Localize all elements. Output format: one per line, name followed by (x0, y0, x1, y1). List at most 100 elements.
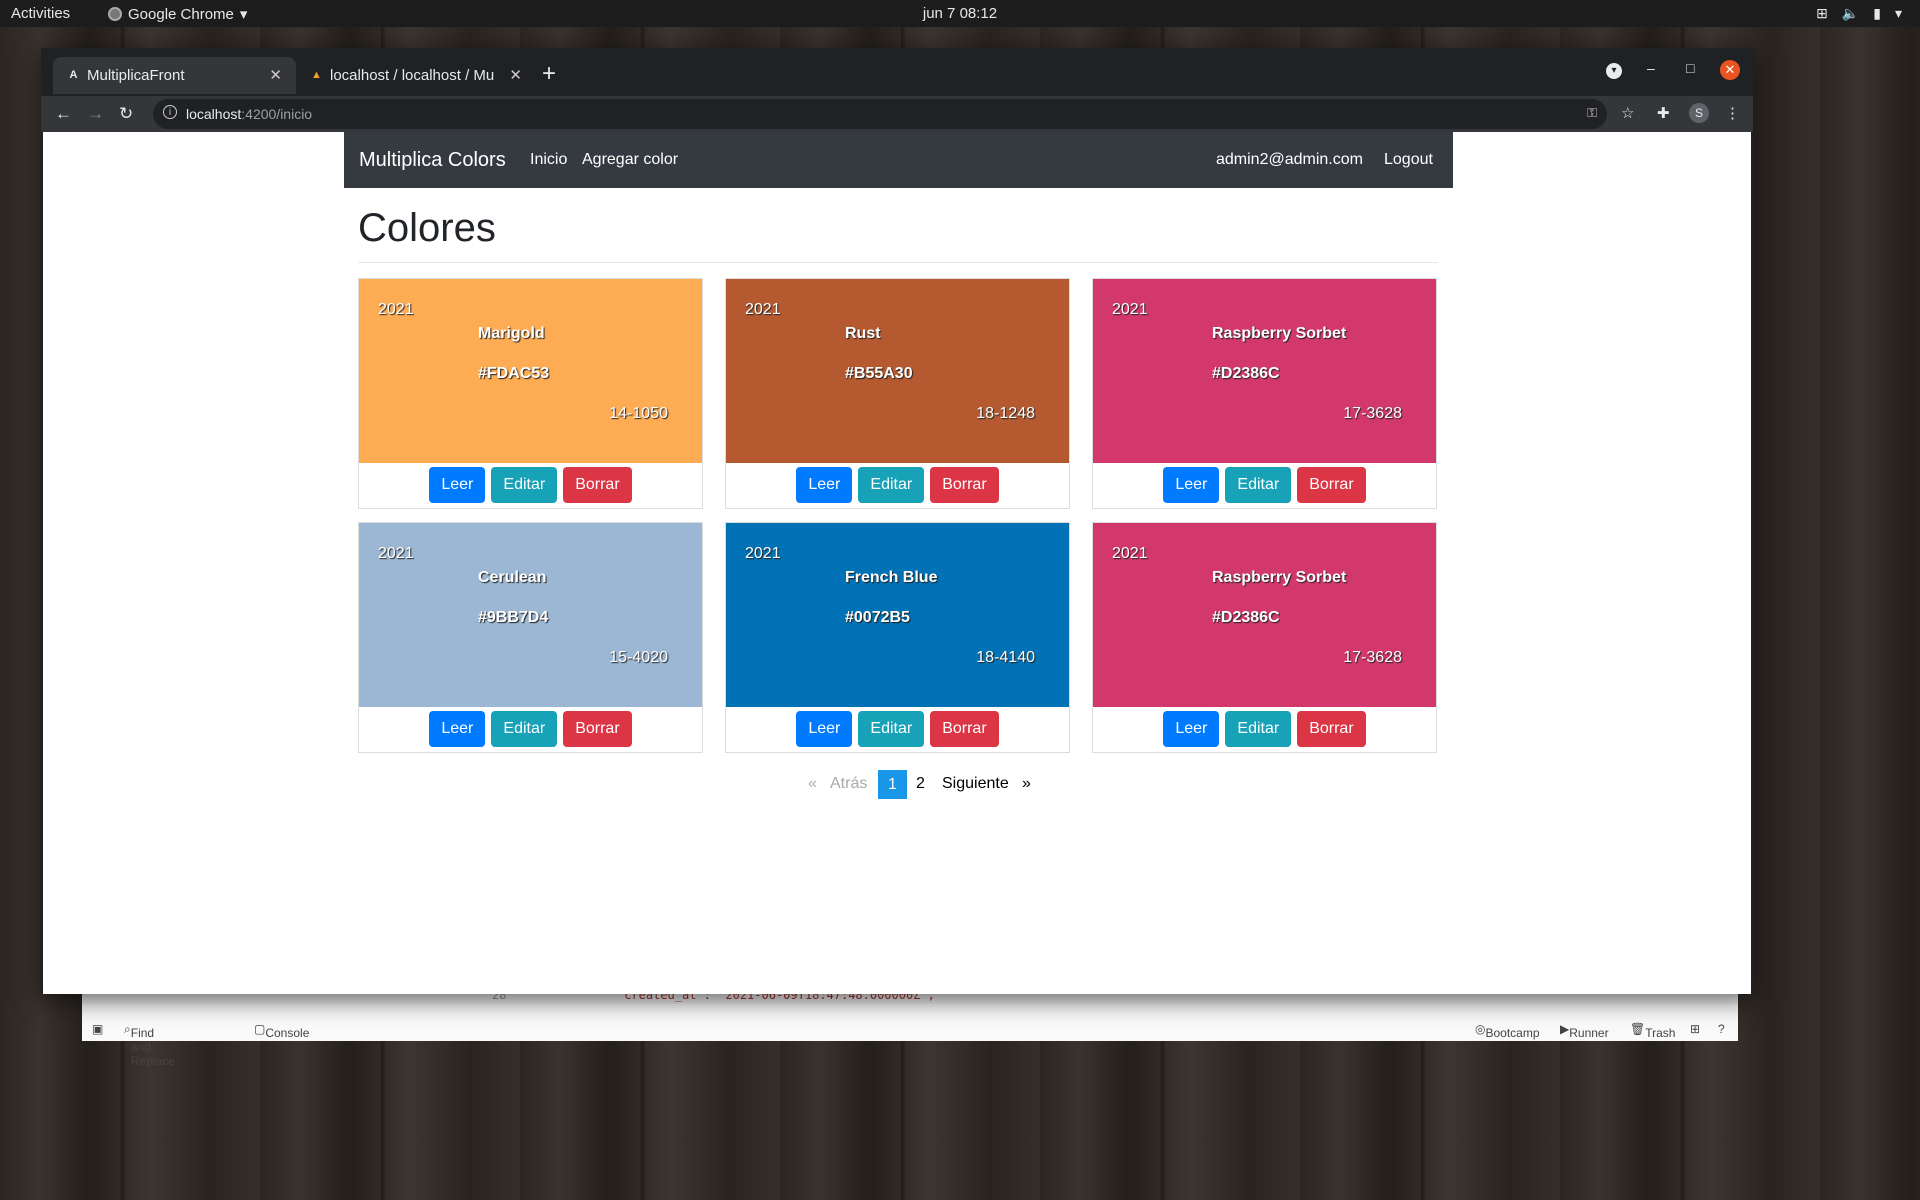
color-card: 2021 Raspberry Sorbet #D2386C 17-3628 Leer Ed… (1092, 522, 1437, 753)
color-swatch: 2021 Rust #B55A30 18-1248 (726, 279, 1069, 463)
console-button[interactable]: ▢ Console (254, 1022, 309, 1040)
back-icon[interactable]: ← (55, 104, 72, 124)
color-name: Marigold (478, 325, 545, 342)
key-icon[interactable]: ⚿ (1587, 105, 1597, 121)
url-path: :4200/inicio (241, 106, 313, 122)
color-hex: #0072B5 (845, 609, 910, 626)
help-icon[interactable]: ? (1718, 1022, 1725, 1036)
runner-button[interactable]: ▶ Runner (1560, 1022, 1609, 1040)
color-name: French Blue (845, 569, 938, 586)
borrar-button[interactable]: Borrar (563, 711, 632, 747)
nav-user-email[interactable]: admin2@admin.com (1216, 151, 1363, 169)
color-card: 2021 Rust #B55A30 18-1248 Leer Editar Borrar (725, 278, 1070, 509)
editar-button[interactable]: Editar (858, 467, 925, 503)
card-actions: Leer Editar Borrar (726, 711, 1069, 747)
color-hex: #B55A30 (845, 365, 913, 382)
color-pantone: 18-1248 (976, 405, 1035, 422)
pagination-page-2[interactable]: 2 (916, 775, 925, 793)
color-year: 2021 (1112, 545, 1148, 562)
nav-agregar-color[interactable]: Agregar color (582, 151, 678, 169)
pagination-page-1[interactable]: 1 (878, 770, 907, 799)
bootcamp-label: Bootcamp (1485, 1026, 1540, 1040)
color-pantone: 14-1050 (609, 405, 668, 422)
editar-button[interactable]: Editar (858, 711, 925, 747)
color-hex: #FDAC53 (478, 365, 550, 382)
clock[interactable]: jun 7 08:12 (0, 5, 1920, 22)
find-replace-button[interactable]: ⌕ Find and Replace (124, 1022, 175, 1068)
tab-strip: A MultiplicaFront ✕ ▲ localhost / localh… (41, 48, 1753, 96)
url-host: localhost (186, 106, 242, 122)
pagination-next[interactable]: Siguiente (942, 775, 1009, 793)
leer-button[interactable]: Leer (796, 467, 853, 503)
leer-button[interactable]: Leer (796, 711, 853, 747)
minimize-button[interactable]: – (1647, 60, 1655, 76)
leer-button[interactable]: Leer (1163, 467, 1220, 503)
card-actions: Leer Editar Borrar (726, 467, 1069, 503)
navbar-brand[interactable]: Multiplica Colors (359, 149, 506, 172)
volume-icon: 🔈 (1841, 5, 1860, 21)
app-navbar: Multiplica Colors Inicio Agregar color a… (344, 132, 1453, 188)
close-tab-icon[interactable]: ✕ (269, 66, 282, 84)
borrar-button[interactable]: Borrar (930, 467, 999, 503)
color-year: 2021 (745, 301, 781, 318)
close-window-button[interactable]: ✕ (1720, 60, 1740, 80)
info-icon[interactable]: i (163, 105, 177, 119)
bootcamp-button[interactable]: ◎ Bootcamp (1475, 1022, 1540, 1040)
page-title: Colores (358, 206, 496, 250)
system-top-bar: Activities Google Chrome ▾ jun 7 08:12 ⊞… (0, 0, 1920, 27)
color-pantone: 17-3628 (1343, 405, 1402, 422)
editar-button[interactable]: Editar (491, 711, 558, 747)
layout-icon[interactable]: ⊞ (1690, 1022, 1700, 1036)
console-label: Console (265, 1026, 310, 1040)
close-tab-icon[interactable]: ✕ (509, 66, 522, 84)
maximize-button[interactable]: □ (1686, 60, 1694, 76)
tab-phpmyadmin[interactable]: ▲ localhost / localhost / Mu ✕ (296, 57, 536, 94)
color-swatch: 2021 Cerulean #9BB7D4 15-4020 (359, 523, 702, 707)
color-swatch: 2021 Raspberry Sorbet #D2386C 17-3628 (1093, 523, 1436, 707)
extensions-icon[interactable]: ✚ (1657, 104, 1670, 122)
forward-icon[interactable]: → (87, 104, 104, 124)
browser-toolbar: ← → ↻ i localhost:4200/inicio ⚿ ☆ ✚ S ⋮ (41, 96, 1753, 132)
color-card: 2021 Cerulean #9BB7D4 15-4020 Leer Editar Borr… (358, 522, 703, 753)
color-card: 2021 French Blue #0072B5 18-4140 Leer Editar B… (725, 522, 1070, 753)
profile-avatar[interactable]: S (1689, 103, 1709, 123)
trash-button[interactable]: 🗑 Trash (1630, 1022, 1675, 1040)
borrar-button[interactable]: Borrar (1297, 711, 1366, 747)
card-actions: Leer Editar Borrar (1093, 467, 1436, 503)
address-bar[interactable]: i localhost:4200/inicio ⚿ (153, 99, 1607, 129)
borrar-button[interactable]: Borrar (930, 711, 999, 747)
new-tab-button[interactable]: + (542, 60, 556, 88)
color-name: Rust (845, 325, 881, 342)
editar-button[interactable]: Editar (491, 467, 558, 503)
nav-logout[interactable]: Logout (1384, 151, 1433, 169)
color-name: Raspberry Sorbet (1212, 325, 1347, 342)
bookmark-star-icon[interactable]: ☆ (1621, 104, 1634, 122)
color-card: 2021 Marigold #FDAC53 14-1050 Leer Editar Borr… (358, 278, 703, 509)
color-swatch: 2021 French Blue #0072B5 18-4140 (726, 523, 1069, 707)
reload-icon[interactable]: ↻ (119, 104, 133, 124)
sidebar-toggle-icon[interactable]: ▣ (92, 1022, 103, 1036)
network-icon: ⊞ (1816, 5, 1828, 21)
editar-button[interactable]: Editar (1225, 467, 1292, 503)
nav-inicio[interactable]: Inicio (530, 151, 567, 169)
color-card: 2021 Raspberry Sorbet #D2386C 17-3628 Leer Ed… (1092, 278, 1437, 509)
borrar-button[interactable]: Borrar (563, 467, 632, 503)
phpmyadmin-favicon-icon: ▲ (311, 69, 322, 81)
color-pantone: 17-3628 (1343, 649, 1402, 666)
color-name: Raspberry Sorbet (1212, 569, 1347, 586)
system-tray[interactable]: ⊞ 🔈 ▮ ▾ (1816, 5, 1902, 22)
tab-multiplicafront[interactable]: A MultiplicaFront ✕ (53, 57, 296, 94)
menu-kebab-icon[interactable]: ⋮ (1725, 104, 1740, 122)
pagination-next-symbol[interactable]: » (1022, 775, 1031, 793)
page-viewport: Multiplica Colors Inicio Agregar color a… (43, 132, 1751, 994)
leer-button[interactable]: Leer (1163, 711, 1220, 747)
borrar-button[interactable]: Borrar (1297, 467, 1366, 503)
tab-title: localhost / localhost / Mu (330, 67, 495, 84)
color-hex: #9BB7D4 (478, 609, 549, 626)
leer-button[interactable]: Leer (429, 711, 486, 747)
leer-button[interactable]: Leer (429, 467, 486, 503)
card-actions: Leer Editar Borrar (1093, 711, 1436, 747)
editar-button[interactable]: Editar (1225, 711, 1292, 747)
pagination-prev: Atrás (830, 775, 868, 792)
tab-search-icon[interactable]: ▾ (1606, 63, 1622, 79)
